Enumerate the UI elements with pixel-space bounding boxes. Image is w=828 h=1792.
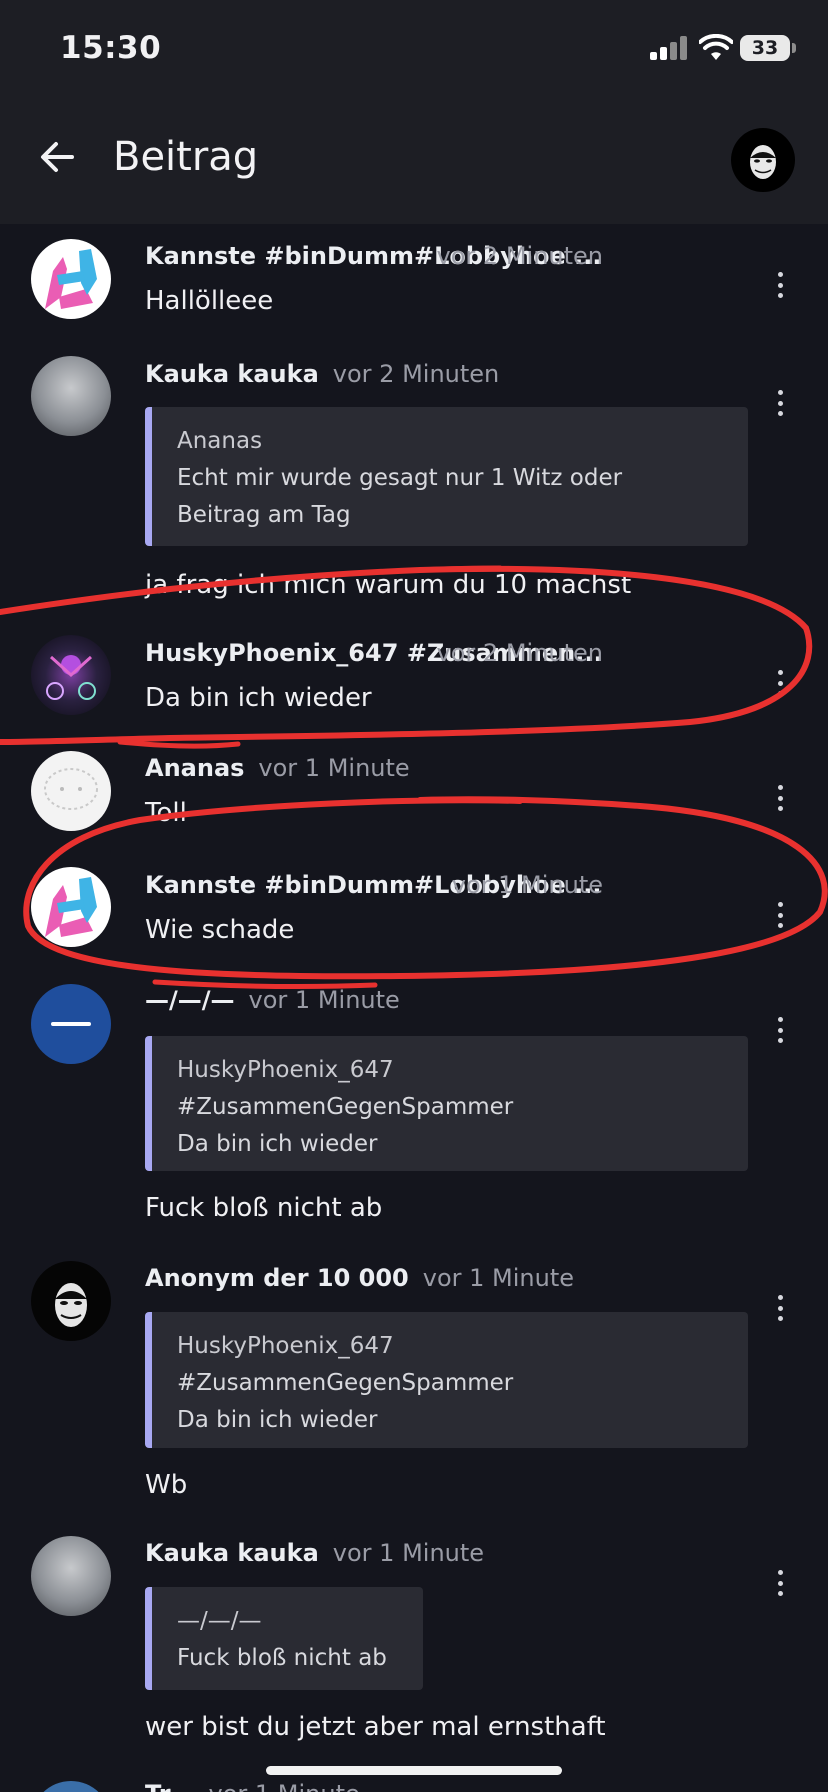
comment-time: vor 2 Minuten [436,242,603,270]
comment-time: vor 1 Minute [209,1780,360,1792]
more-options-icon[interactable] [765,265,795,305]
comment-text: Wie schade [145,915,295,945]
arrow-left-icon[interactable] [36,136,78,178]
comment-text: ja frag ich mich warum du 10 machst [145,570,632,600]
quote-line: #ZusammenGegenSpammer [177,1094,514,1120]
quoted-comment[interactable]: Ananas Echt mir wurde gesagt nur 1 Witz … [145,407,748,546]
more-options-icon[interactable] [765,895,795,935]
comment-time: vor 1 Minute [451,871,603,899]
comment-text: Wb [145,1470,188,1500]
comment-text: Toll [145,798,187,828]
comment-time: vor 2 Minuten [436,639,603,667]
avatar[interactable] [31,751,111,831]
status-bar: 15:30 33 [0,0,828,96]
quote-line: Beitrag am Tag [177,502,351,528]
more-options-icon[interactable] [765,1288,795,1328]
app-bar: Beitrag [0,96,828,224]
comment-text: Fuck bloß nicht ab [145,1193,383,1223]
quoted-comment[interactable]: HuskyPhoenix_647 #ZusammenGegenSpammer D… [145,1036,748,1171]
more-options-icon[interactable] [765,778,795,818]
wifi-icon [699,34,733,60]
avatar[interactable] [31,1261,111,1341]
comment-author[interactable]: Anonym der 10 000 [145,1264,409,1292]
quote-line: Fuck bloß nicht ab [177,1645,387,1671]
comment-author[interactable]: Kauka kauka [145,360,319,388]
more-options-icon[interactable] [765,663,795,703]
comment-author[interactable]: Tr... [145,1780,195,1792]
quote-line: Da bin ich wieder [177,1407,378,1433]
comment-author[interactable]: Ananas [145,754,244,782]
battery-level: 33 [751,37,779,59]
comment-time: vor 1 Minute [258,754,410,782]
more-options-icon[interactable] [765,1010,795,1050]
quoted-comment[interactable]: HuskyPhoenix_647 #ZusammenGegenSpammer D… [145,1312,748,1448]
comment-time: vor 2 Minuten [332,360,500,388]
more-options-icon[interactable] [765,1563,795,1603]
quote-author: HuskyPhoenix_647 [177,1333,394,1359]
page-title: Beitrag [113,134,259,180]
quote-line: Echt mir wurde gesagt nur 1 Witz oder [177,465,623,491]
comment-text: Da bin ich wieder [145,683,372,713]
avatar[interactable] [31,984,111,1064]
quote-author: Ananas [177,428,263,454]
quote-line: Da bin ich wieder [177,1131,378,1157]
comment-author[interactable]: Kauka kauka [145,1539,319,1567]
status-time: 15:30 [60,30,162,66]
quote-author: —/—/— [177,1608,262,1634]
battery-icon: 33 [740,35,796,61]
avatar[interactable] [31,1781,111,1792]
home-indicator[interactable] [266,1766,562,1775]
avatar[interactable] [31,1536,111,1616]
cellular-signal-icon [650,36,690,60]
quoted-comment[interactable]: —/—/— Fuck bloß nicht ab [145,1587,423,1690]
comment-time: vor 1 Minute [422,1264,575,1292]
quote-line: #ZusammenGegenSpammer [177,1370,514,1396]
quote-author: HuskyPhoenix_647 [177,1057,394,1083]
more-options-icon[interactable] [765,383,795,423]
comment-author[interactable]: —/—/— [145,986,235,1014]
comment-time: vor 1 Minute [248,986,400,1014]
comment-time: vor 1 Minute [332,1539,485,1567]
profile-avatar[interactable] [731,128,795,192]
comment-text: Hallölleee [145,286,274,316]
comment-text: wer bist du jetzt aber mal ernsthaft [145,1712,606,1742]
avatar[interactable] [31,356,111,436]
